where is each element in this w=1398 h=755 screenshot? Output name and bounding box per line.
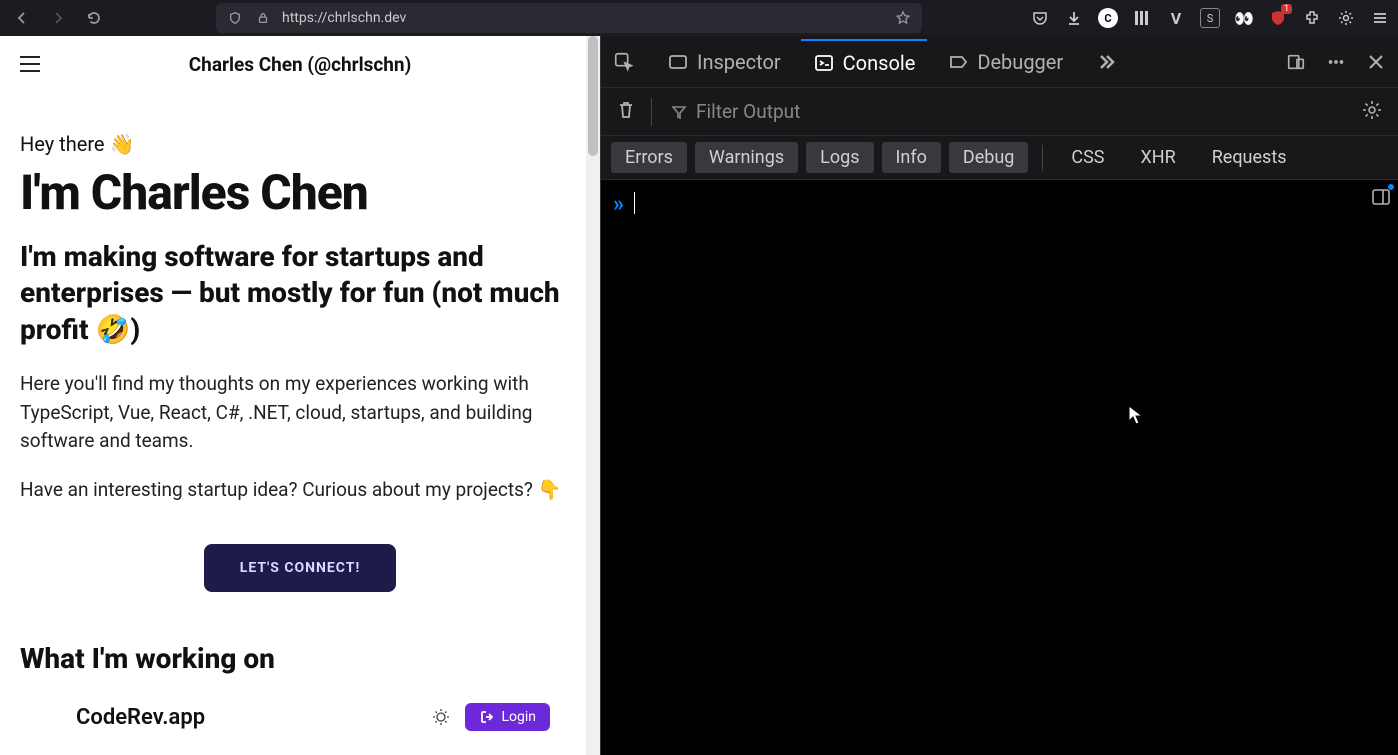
toolbar-extensions: C V S 👀 1 — [1030, 8, 1390, 28]
login-button[interactable]: Login — [465, 703, 550, 731]
ext-s-icon[interactable]: S — [1200, 8, 1220, 28]
console-cursor — [634, 192, 635, 214]
site-header: Charles Chen (@chrlschn) — [0, 36, 600, 92]
filter-css[interactable]: CSS — [1057, 142, 1118, 173]
working-on-heading: What I'm working on — [20, 642, 580, 675]
pocket-icon[interactable] — [1030, 8, 1050, 28]
url-bar[interactable]: https://chrlschn.dev — [216, 3, 922, 33]
console-icon — [813, 52, 835, 74]
site-menu-button[interactable] — [20, 52, 44, 76]
filter-xhr[interactable]: XHR — [1126, 142, 1189, 173]
filter-errors[interactable]: Errors — [611, 142, 687, 173]
ext-v-icon[interactable]: V — [1166, 8, 1186, 28]
filter-requests[interactable]: Requests — [1198, 142, 1301, 173]
back-button[interactable] — [8, 4, 36, 32]
devtools-close-icon[interactable] — [1366, 52, 1386, 72]
extensions-icon[interactable] — [1302, 8, 1322, 28]
intro-paragraph: Here you'll find my thoughts on my exper… — [20, 370, 580, 456]
filter-logs[interactable]: Logs — [806, 142, 873, 173]
forward-button[interactable] — [44, 4, 72, 32]
reload-button[interactable] — [80, 4, 108, 32]
bookmark-star-icon[interactable] — [894, 10, 912, 26]
console-filter-chips: Errors Warnings Logs Info Debug CSS XHR … — [601, 136, 1398, 180]
filter-warnings[interactable]: Warnings — [695, 142, 798, 173]
main-heading: I'm Charles Chen — [20, 164, 580, 221]
console-filter-row: Filter Output — [601, 88, 1398, 136]
ext-grid-icon[interactable] — [1132, 8, 1152, 28]
devtools-panel: Inspector Console Debugger — [600, 36, 1398, 755]
devtools-tabbar: Inspector Console Debugger — [601, 36, 1398, 88]
project-row: CodeRev.app Login — [20, 703, 580, 747]
tabs-overflow[interactable] — [1083, 40, 1131, 84]
tab-inspector[interactable]: Inspector — [655, 40, 793, 84]
clear-console-icon[interactable] — [615, 99, 637, 125]
shield-icon — [226, 11, 244, 25]
site-title: Charles Chen (@chrlschn) — [20, 53, 580, 76]
console-prompt-icon: » — [613, 192, 624, 217]
page-scrollbar[interactable] — [586, 36, 600, 755]
login-label: Login — [501, 709, 536, 725]
filter-output-input[interactable]: Filter Output — [666, 96, 1346, 127]
ext-shield-icon[interactable]: 1 — [1268, 8, 1288, 28]
devtools-menu-icon[interactable] — [1326, 52, 1346, 72]
tab-console[interactable]: Console — [801, 39, 928, 85]
tab-debugger[interactable]: Debugger — [935, 40, 1075, 84]
debugger-icon — [947, 51, 969, 73]
app-settings-icon[interactable] — [1336, 8, 1356, 28]
lock-icon — [254, 11, 272, 25]
inspector-icon — [667, 51, 689, 73]
scrollbar-thumb[interactable] — [588, 36, 598, 156]
filter-icon — [670, 103, 688, 121]
filter-separator — [1042, 145, 1043, 171]
console-output[interactable]: » — [601, 180, 1398, 755]
connect-button[interactable]: LET'S CONNECT! — [204, 544, 396, 592]
project-name[interactable]: CodeRev.app — [76, 705, 431, 730]
download-icon[interactable] — [1064, 8, 1084, 28]
prompt-paragraph: Have an interesting startup idea? Curiou… — [20, 476, 580, 505]
console-settings-icon[interactable] — [1360, 98, 1384, 126]
filter-info[interactable]: Info — [882, 142, 941, 173]
browser-toolbar: https://chrlschn.dev C V S 👀 1 — [0, 0, 1398, 36]
ext-c-icon[interactable]: C — [1098, 8, 1118, 28]
page-content: Charles Chen (@chrlschn) Hey there 👋 I'm… — [0, 36, 600, 755]
url-text: https://chrlschn.dev — [282, 10, 884, 26]
responsive-mode-icon[interactable] — [1286, 52, 1306, 72]
theme-toggle-icon[interactable] — [431, 707, 451, 727]
greeting-text: Hey there 👋 — [20, 132, 580, 156]
sub-heading: I'm making software for startups and ent… — [20, 239, 580, 348]
login-icon — [479, 709, 495, 725]
ext-eyes-icon[interactable]: 👀 — [1234, 8, 1254, 28]
console-sidebar-toggle-icon[interactable] — [1370, 186, 1392, 212]
element-picker-icon[interactable] — [613, 51, 635, 73]
hamburger-menu-icon[interactable] — [1370, 8, 1390, 28]
filter-debug[interactable]: Debug — [949, 142, 1029, 173]
